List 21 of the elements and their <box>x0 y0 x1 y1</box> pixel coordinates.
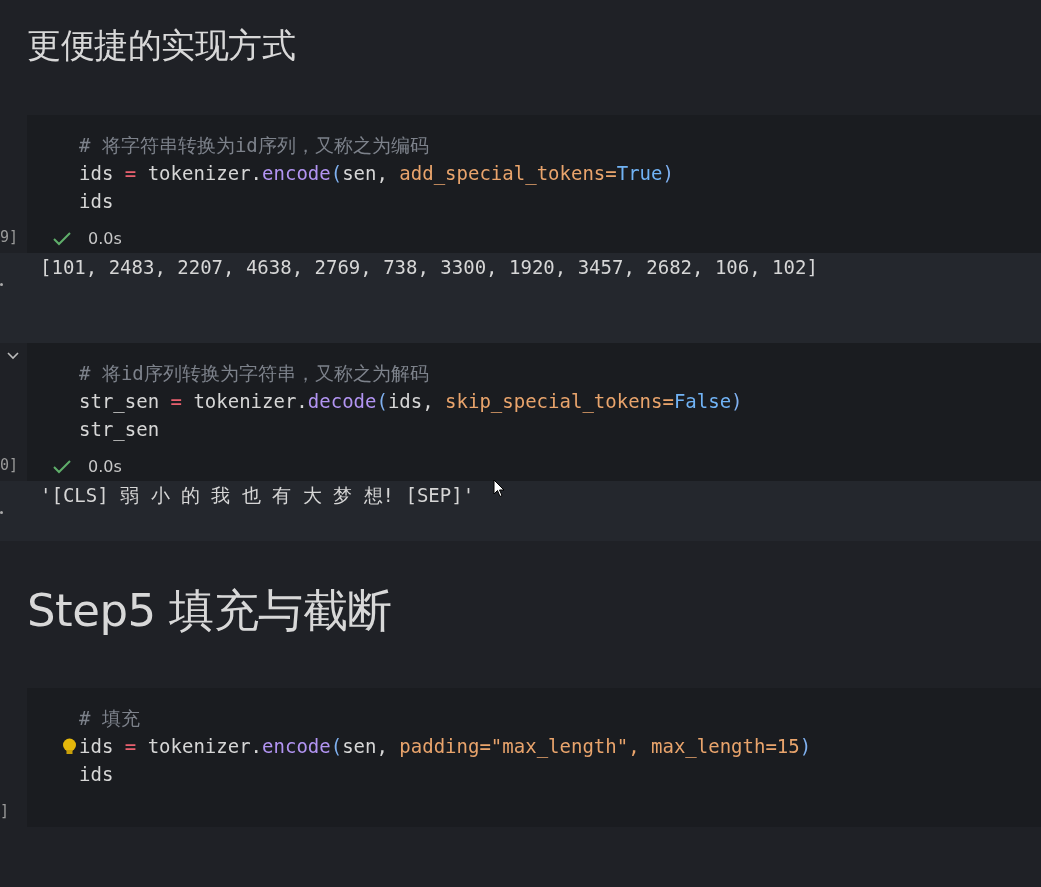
execution-count: 9] <box>0 226 19 247</box>
mouse-pointer-icon <box>493 479 505 498</box>
execution-count: 0] <box>0 454 19 475</box>
code-line: # 填充 <box>79 705 140 731</box>
code-line: ids <box>79 761 114 787</box>
execution-count: ] <box>0 800 10 821</box>
code-line: # 将字符串转换为id序列，又称之为编码 <box>79 132 429 158</box>
code-line: str_sen <box>79 416 160 443</box>
heading: Step5 填充与截断 <box>27 583 393 638</box>
code-line: ids = tokenizer.encode(sen, add_special_tokens=True) <box>79 160 674 187</box>
heading: 更便捷的实现方式 <box>27 25 296 66</box>
execution-time: 0.0s <box>88 229 122 249</box>
code-line: ids <box>79 188 114 214</box>
execution-time: 0.0s <box>88 457 122 477</box>
output-menu-icon[interactable] <box>0 510 3 514</box>
output-menu-icon[interactable] <box>0 282 3 286</box>
code-line: # 将id序列转换为字符串，又称之为解码 <box>79 360 429 386</box>
code-line: str_sen = tokenizer.decode(ids, skip_special_tokens=False) <box>79 388 743 415</box>
code-line: ids = tokenizer.encode(sen, padding="max_length", max_length=15) <box>79 733 812 760</box>
lightbulb-icon[interactable] <box>61 737 78 755</box>
chevron-down-icon[interactable] <box>6 350 20 361</box>
